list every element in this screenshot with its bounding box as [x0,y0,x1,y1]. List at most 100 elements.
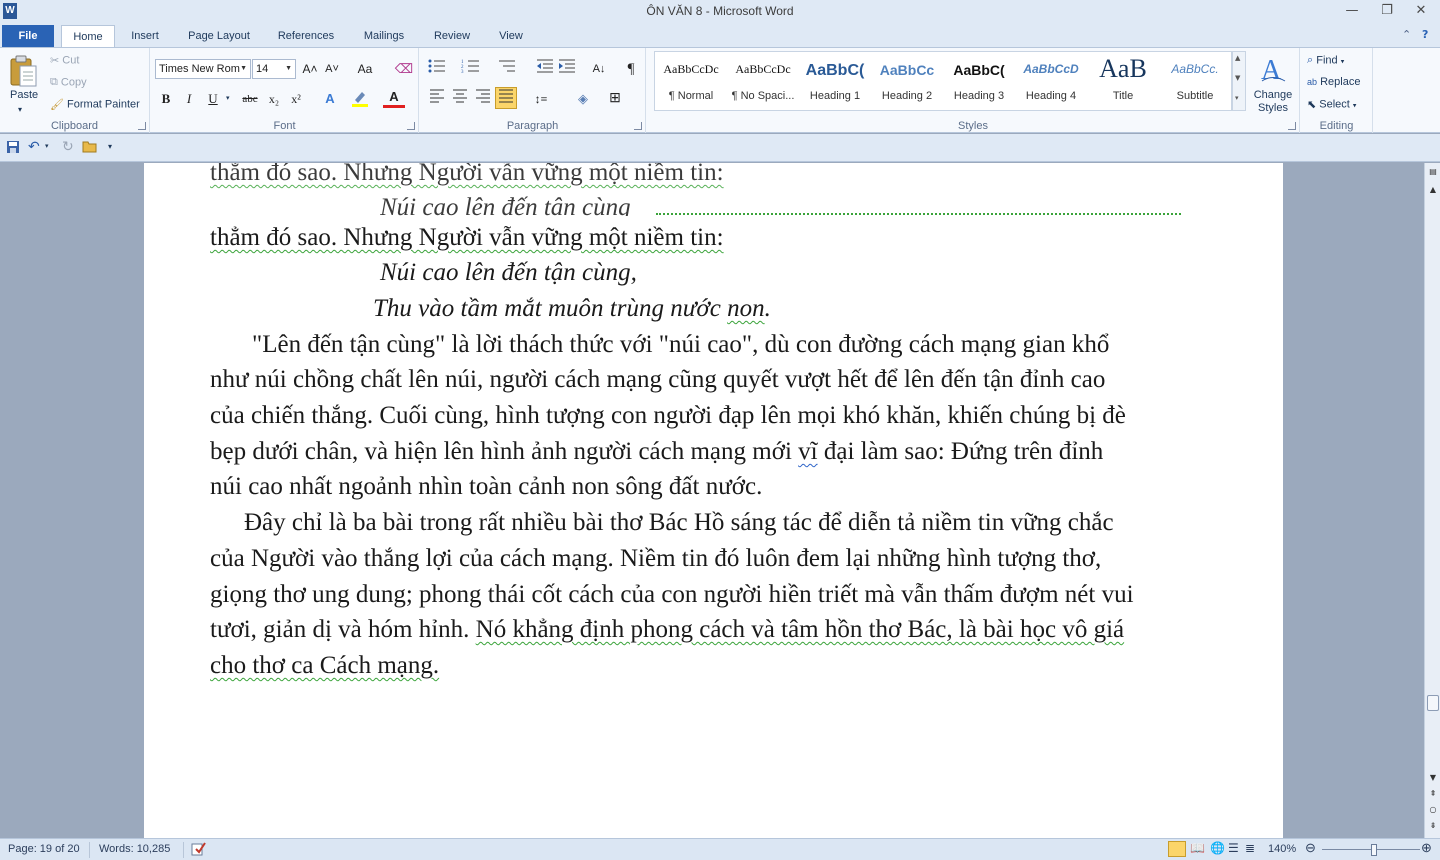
font-group-label: Font [273,120,296,132]
help-icon[interactable]: ? [1422,28,1428,41]
minimize-button[interactable]: — [1340,2,1364,20]
save-icon[interactable] [6,140,20,157]
subscript-button[interactable]: x₂ [263,88,285,110]
gallery-more-icon[interactable]: ▾ [1235,94,1239,102]
style-heading-3[interactable]: AaBbC( Heading 3 [943,54,1015,108]
shading-icon[interactable]: ◈ [572,88,594,110]
open-folder-icon[interactable] [82,139,98,156]
draft-icon[interactable]: ≣ [1245,841,1255,855]
underline-button[interactable]: U [202,88,224,110]
style-heading-4[interactable]: AaBbCcD Heading 4 [1015,54,1087,108]
sort-icon[interactable]: A↓ [588,58,610,80]
format-painter-button[interactable]: 🖌 Format Painter [50,98,140,111]
find-button[interactable]: ⌕ Find ▾ [1307,54,1344,67]
restore-button[interactable]: ❐ [1375,2,1399,20]
full-screen-reading-icon[interactable]: 📖 [1190,841,1205,855]
page-indicator[interactable]: Page: 19 of 20 [8,843,80,855]
document-page[interactable]: thẳm đó sao. Nhưng Người vẫn vững một ni… [144,163,1283,838]
change-case-button[interactable]: Aa [351,58,379,80]
zoom-slider-thumb[interactable] [1371,844,1377,856]
scroll-up-icon[interactable]: ▲ [1426,183,1440,197]
shrink-font-button[interactable]: A˅ [321,58,343,80]
style-title[interactable]: AaB Title [1087,54,1159,108]
cut-button[interactable]: ✂ Cut [50,54,79,67]
customize-qat-icon[interactable]: ▾ [108,142,112,151]
style-heading-1[interactable]: AaBbC( Heading 1 [799,54,871,108]
close-button[interactable]: ✕ [1409,2,1433,20]
style-subtitle[interactable]: AaBbCc. Subtitle [1159,54,1231,108]
tab-mailings[interactable]: Mailings [354,25,414,47]
change-styles-button[interactable]: Change Styles [1252,89,1294,115]
redo-icon[interactable]: ↻ [62,138,74,155]
paragraph-dialog-launcher[interactable] [634,122,642,130]
print-layout-icon[interactable] [1168,841,1186,857]
tab-file[interactable]: File [2,25,54,47]
borders-icon[interactable]: ⊞ [604,88,626,110]
italic-button[interactable]: I [178,88,200,110]
zoom-out-icon[interactable]: ⊖ [1305,840,1316,856]
numbering-icon[interactable]: 123 [460,58,482,80]
bold-button[interactable]: B [155,88,177,110]
ruler-toggle-icon[interactable]: ▤ [1426,165,1440,179]
styles-dialog-launcher[interactable] [1288,122,1296,130]
font-group: Times New Rom ▼ 14 ▼ A˄ A˅ Aa ⌫ B I U ▾ ab… [151,48,419,133]
styles-gallery-scroll[interactable]: ▲ ▼ ▾ [1232,51,1246,111]
tab-page-layout[interactable]: Page Layout [179,25,259,47]
outline-icon[interactable]: ☰ [1228,841,1239,855]
paste-dropdown-icon[interactable]: ▾ [18,105,22,114]
paste-icon[interactable] [8,54,40,87]
bullets-icon[interactable] [426,58,448,80]
minimize-ribbon-icon[interactable]: ⌃ [1402,28,1411,41]
zoom-level[interactable]: 140% [1268,843,1296,855]
replace-button[interactable]: ab Replace [1307,76,1360,88]
proofing-error-icon[interactable] [190,841,208,860]
tab-references[interactable]: References [268,25,344,47]
justify-icon[interactable] [495,87,517,109]
zoom-in-icon[interactable]: ⊕ [1421,840,1432,856]
tab-review[interactable]: Review [424,25,480,47]
style-normal[interactable]: AaBbCcDc ¶ Normal [655,54,727,108]
copy-button[interactable]: ⧉ Copy [50,76,87,89]
clear-formatting-icon[interactable]: ⌫ [393,58,415,80]
next-page-icon[interactable]: ⇟ [1426,819,1440,833]
align-left-icon[interactable] [426,88,448,110]
highlight-icon[interactable] [349,88,371,110]
paste-button[interactable]: Paste [10,89,38,101]
decrease-indent-icon[interactable] [534,58,556,80]
tab-view[interactable]: View [490,25,532,47]
underline-dropdown-icon[interactable]: ▾ [226,94,230,102]
text-effects-icon[interactable]: A [319,88,341,110]
tab-home[interactable]: Home [61,25,115,47]
font-color-icon[interactable]: A [383,88,405,108]
font-size-combo[interactable]: 14 ▼ [252,59,296,79]
change-styles-icon[interactable]: A [1254,54,1292,86]
clipboard-dialog-launcher[interactable] [138,122,146,130]
align-center-icon[interactable] [449,88,471,110]
font-family-combo[interactable]: Times New Rom ▼ [155,59,251,79]
select-browse-object-icon[interactable]: ○ [1426,803,1440,817]
undo-dropdown-icon[interactable]: ▾ [45,142,49,150]
strikethrough-button[interactable]: abc [237,88,263,110]
vertical-scrollbar[interactable]: ▤ ▲ ▼ ⇞ ○ ⇟ [1424,163,1440,838]
undo-icon[interactable]: ↶ [28,138,40,155]
web-layout-icon[interactable]: 🌐 [1210,841,1225,855]
superscript-button[interactable]: x² [285,88,307,110]
multilevel-list-icon[interactable] [496,58,518,80]
tab-insert[interactable]: Insert [122,25,168,47]
previous-page-icon[interactable]: ⇞ [1426,787,1440,801]
word-count[interactable]: Words: 10,285 [99,843,170,855]
show-formatting-button[interactable]: ¶ [620,58,642,80]
select-button[interactable]: ⬉ Select ▾ [1307,98,1356,111]
increase-indent-icon[interactable] [556,58,578,80]
scroll-down-icon[interactable]: ▼ [1426,771,1440,785]
chevron-down-icon: ▼ [240,65,247,72]
scroll-up-icon[interactable]: ▲ [1235,54,1240,62]
font-dialog-launcher[interactable] [407,122,415,130]
scroll-down-icon[interactable]: ▼ [1235,74,1240,82]
scroll-thumb[interactable] [1427,695,1439,711]
style-no-spacing[interactable]: AaBbCcDc ¶ No Spaci... [727,54,799,108]
style-heading-2[interactable]: AaBbCc Heading 2 [871,54,943,108]
align-right-icon[interactable] [472,88,494,110]
line-spacing-icon[interactable]: ↕≡ [530,88,552,110]
grow-font-button[interactable]: A˄ [299,58,321,80]
